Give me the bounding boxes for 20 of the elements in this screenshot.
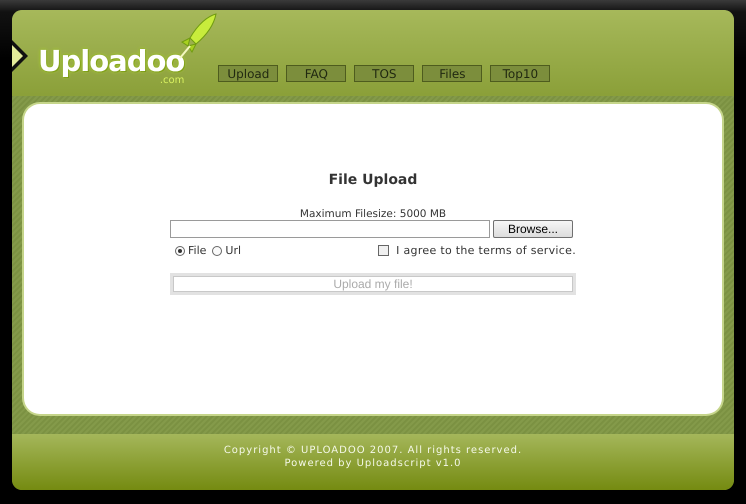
nav-button[interactable]: Files (422, 65, 482, 82)
footer-text: Copyright © UPLOADOO 2007. All rights reserved. (224, 444, 522, 457)
nav-button[interactable]: TOS (354, 65, 414, 82)
nav-button[interactable]: Upload (218, 65, 278, 82)
file-path-field[interactable] (170, 220, 490, 238)
browse-button[interactable]: Browse... (493, 220, 573, 238)
logo-suffix: .com (160, 75, 184, 86)
nav-button[interactable]: Top10 (490, 65, 550, 82)
logo: Uploadoo (38, 45, 184, 77)
radio-label: File (188, 244, 206, 257)
footer-text: Powered by Uploadscript v1.0 (284, 457, 462, 470)
max-filesize-text: Maximum Filesize: 5000 MB (298, 208, 448, 220)
terms-label: I agree to the terms of service. (396, 244, 576, 257)
radio-button[interactable] (212, 246, 222, 256)
nav-button[interactable]: FAQ (286, 65, 346, 82)
radio-label: Url (225, 244, 242, 257)
page-title: File Upload (328, 172, 418, 188)
arrow-icon (12, 40, 30, 72)
radio-button[interactable] (175, 246, 185, 256)
terms-checkbox[interactable] (378, 245, 390, 256)
